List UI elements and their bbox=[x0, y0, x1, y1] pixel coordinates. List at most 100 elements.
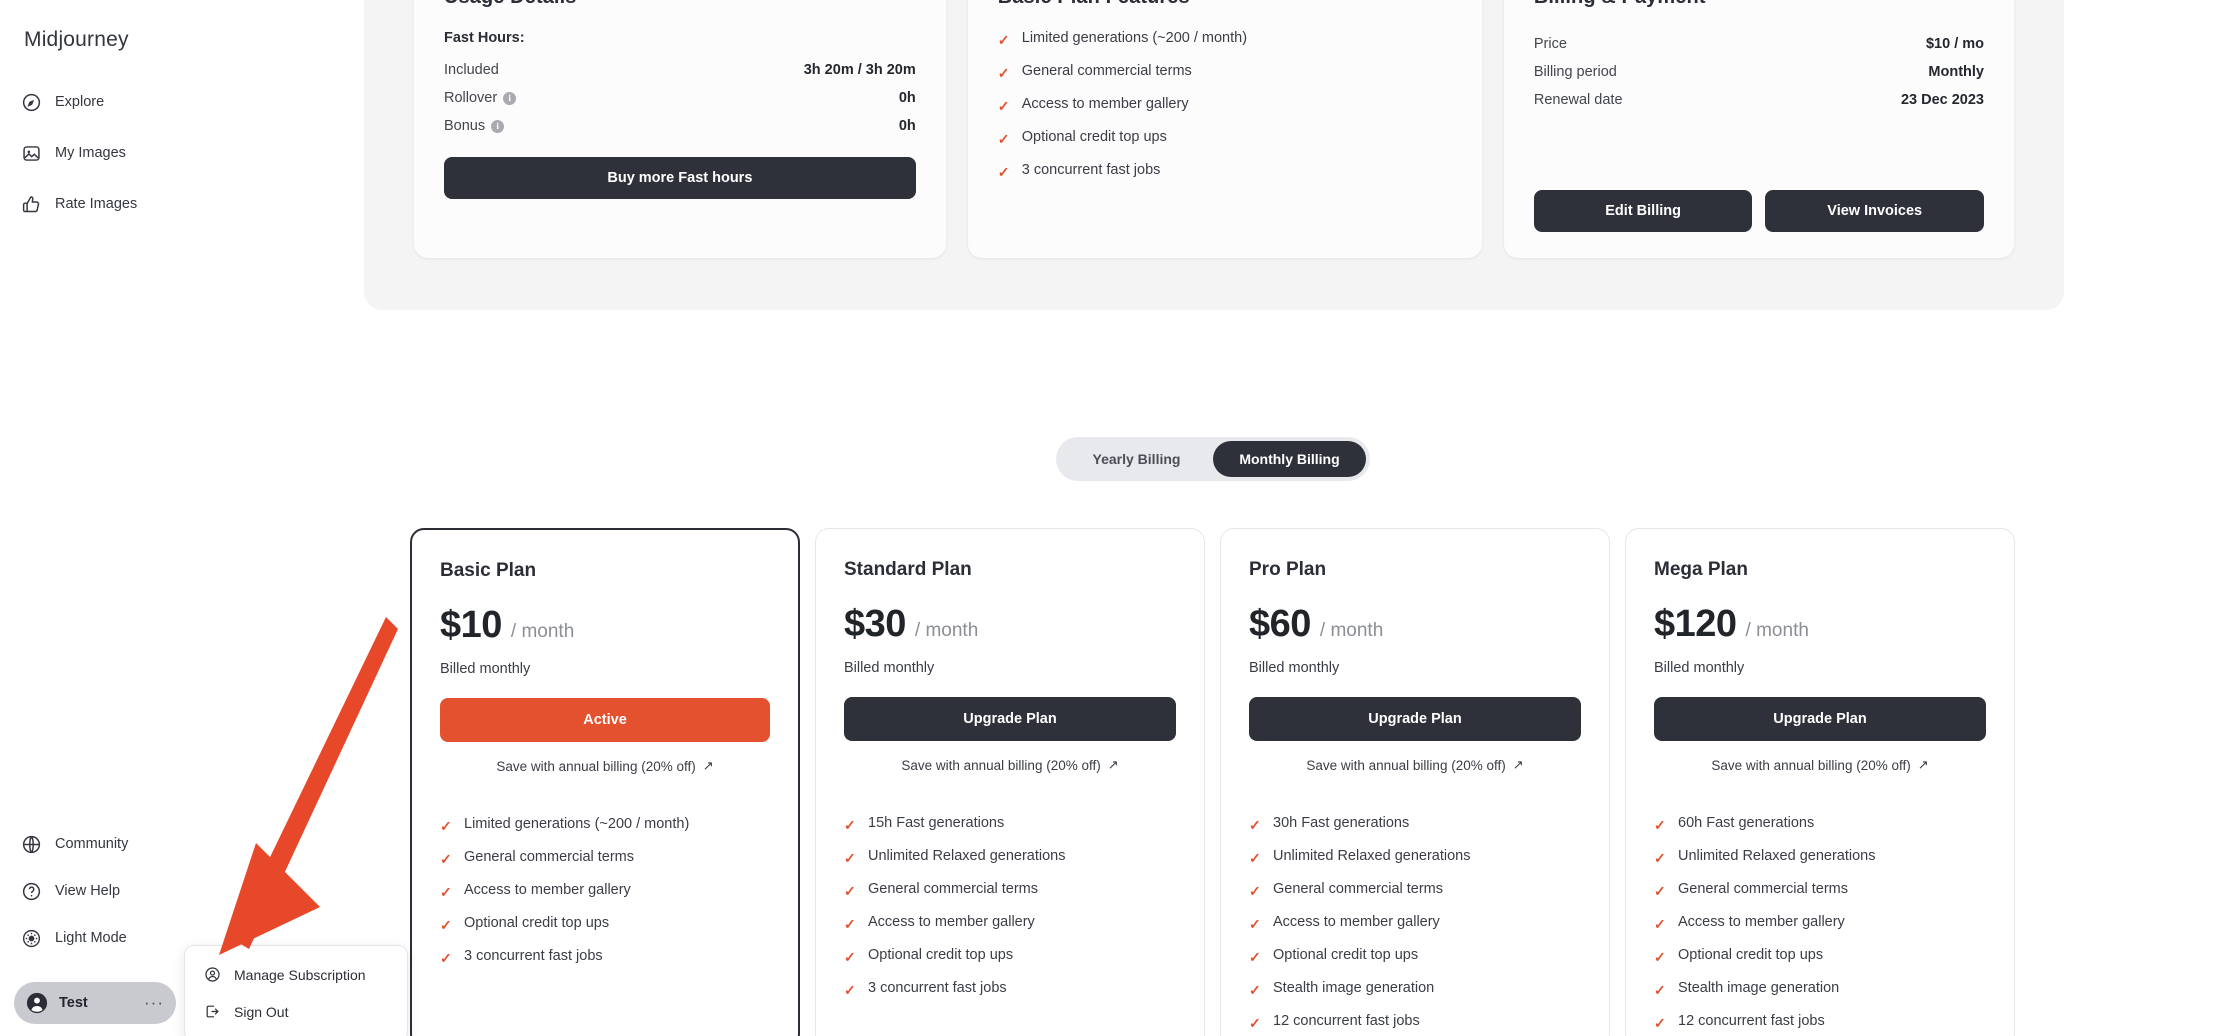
feature-item: ✓ Access to member gallery bbox=[1654, 914, 1986, 947]
check-icon: ✓ bbox=[440, 884, 452, 900]
feature-label: Stealth image generation bbox=[1678, 980, 1840, 996]
question-circle-icon bbox=[20, 880, 42, 902]
check-icon: ✓ bbox=[440, 818, 452, 834]
sidebar-item-explore[interactable]: Explore bbox=[20, 85, 190, 119]
billing-row-period-label: Billing period bbox=[1533, 64, 1617, 80]
annual-billing-link[interactable]: Save with annual billing (20% off) ↗ bbox=[1654, 757, 1986, 773]
annual-billing-link[interactable]: Save with annual billing (20% off) ↗ bbox=[440, 758, 770, 774]
menu-item-label: Manage Subscription bbox=[234, 966, 366, 983]
feature-label: Stealth image generation bbox=[1273, 980, 1435, 996]
edit-billing-button[interactable]: Edit Billing bbox=[1533, 190, 1753, 232]
plan-billed-note: Billed monthly bbox=[1654, 660, 1745, 676]
usage-details-title: Usage Details bbox=[444, 0, 916, 9]
check-icon: ✓ bbox=[1654, 982, 1666, 998]
feature-label: General commercial terms bbox=[464, 849, 635, 865]
check-icon: ✓ bbox=[1249, 1015, 1261, 1031]
info-icon[interactable]: i bbox=[491, 119, 505, 133]
annual-billing-link[interactable]: Save with annual billing (20% off) ↗ bbox=[844, 757, 1176, 773]
basic-plan-features-list: ✓ Limited generations (~200 / month) ✓ G… bbox=[998, 30, 1452, 195]
check-icon: ✓ bbox=[844, 850, 856, 866]
feature-label: General commercial terms bbox=[868, 881, 1039, 897]
user-account-chip[interactable]: Test ··· bbox=[14, 982, 176, 1024]
plan-price-period: / month bbox=[914, 620, 979, 641]
check-icon: ✓ bbox=[1249, 817, 1261, 833]
usage-row-bonus-label: Bonus i bbox=[444, 118, 505, 134]
feature-item: ✓ Optional credit top ups bbox=[844, 947, 1176, 980]
user-name-label: Test bbox=[59, 995, 88, 1011]
toggle-yearly-billing[interactable]: Yearly Billing bbox=[1060, 441, 1213, 477]
plan-card-standard[interactable]: Standard Plan $30 / month Billed monthly… bbox=[815, 528, 1205, 1036]
sidebar-item-label: My Images bbox=[55, 145, 126, 161]
info-icon[interactable]: i bbox=[503, 91, 517, 105]
feature-label: 3 concurrent fast jobs bbox=[868, 980, 1007, 996]
check-icon: ✓ bbox=[844, 883, 856, 899]
plan-cards-row: Basic Plan $10 / month Billed monthly Ac… bbox=[410, 528, 2020, 1036]
more-options-icon[interactable]: ··· bbox=[144, 994, 164, 1011]
sidebar-item-light-mode[interactable]: Light Mode bbox=[20, 921, 190, 955]
annual-billing-link[interactable]: Save with annual billing (20% off) ↗ bbox=[1249, 757, 1581, 773]
annual-billing-label: Save with annual billing (20% off) bbox=[496, 758, 696, 774]
feature-item: ✓ 3 concurrent fast jobs bbox=[440, 948, 770, 981]
usage-row-bonus-value: 0h bbox=[898, 118, 916, 134]
summary-cards-row: Usage Details Fast Hours: Included 3h 20… bbox=[414, 0, 2014, 258]
check-icon: ✓ bbox=[844, 949, 856, 965]
plan-price-amount: $30 bbox=[844, 603, 906, 645]
sidebar-item-rate-images[interactable]: Rate Images bbox=[20, 187, 190, 221]
sidebar-item-my-images[interactable]: My Images bbox=[20, 136, 190, 170]
fast-hours-label: Fast Hours: bbox=[444, 30, 525, 46]
plan-price-amount: $120 bbox=[1654, 603, 1737, 645]
feature-item: ✓ 12 concurrent fast jobs bbox=[1654, 1013, 1986, 1036]
check-icon: ✓ bbox=[1654, 949, 1666, 965]
thumbs-up-icon bbox=[20, 193, 42, 215]
plan-cta-button[interactable]: Upgrade Plan bbox=[844, 697, 1176, 741]
menu-item-label: Sign Out bbox=[234, 1003, 289, 1020]
view-invoices-button[interactable]: View Invoices bbox=[1765, 190, 1984, 232]
billing-payment-card: Billing & Payment Price $10 / mo Billing… bbox=[1503, 0, 2014, 258]
arrow-up-right-icon: ↗ bbox=[1917, 757, 1929, 772]
plan-card-pro[interactable]: Pro Plan $60 / month Billed monthly Upgr… bbox=[1220, 528, 1610, 1036]
billing-row-period: Billing period Monthly bbox=[1534, 58, 1984, 86]
feature-label: 12 concurrent fast jobs bbox=[1273, 1013, 1420, 1029]
plan-card-basic[interactable]: Basic Plan $10 / month Billed monthly Ac… bbox=[410, 528, 800, 1036]
buy-more-fast-hours-button[interactable]: Buy more Fast hours bbox=[444, 157, 916, 199]
toggle-monthly-billing[interactable]: Monthly Billing bbox=[1213, 441, 1366, 477]
sidebar-item-label: Rate Images bbox=[55, 196, 138, 212]
sidebar-item-label: Light Mode bbox=[55, 930, 127, 946]
plan-cta-button[interactable]: Upgrade Plan bbox=[1654, 697, 1986, 741]
billing-row-period-value: Monthly bbox=[1928, 64, 1984, 80]
check-icon: ✓ bbox=[440, 851, 452, 867]
check-icon: ✓ bbox=[997, 131, 1010, 147]
feature-label: Unlimited Relaxed generations bbox=[1678, 848, 1876, 864]
check-icon: ✓ bbox=[1249, 982, 1261, 998]
plan-price-period: / month bbox=[1745, 620, 1809, 641]
feature-item: ✓ Unlimited Relaxed generations bbox=[844, 848, 1176, 881]
sidebar-item-community[interactable]: Community bbox=[20, 827, 190, 861]
billing-period-toggle[interactable]: Yearly Billing Monthly Billing bbox=[1056, 437, 1370, 481]
feature-label: General commercial terms bbox=[1273, 881, 1444, 897]
arrow-up-right-icon: ↗ bbox=[702, 758, 714, 773]
billing-row-renewal-value: 23 Dec 2023 bbox=[1900, 92, 1984, 108]
menu-item-manage-subscription[interactable]: Manage Subscription bbox=[185, 956, 407, 993]
plan-card-mega[interactable]: Mega Plan $120 / month Billed monthly Up… bbox=[1625, 528, 2015, 1036]
arrow-up-right-icon: ↗ bbox=[1512, 757, 1524, 772]
annual-billing-label: Save with annual billing (20% off) bbox=[901, 757, 1101, 773]
check-icon: ✓ bbox=[844, 982, 856, 998]
billing-actions: Edit Billing View Invoices bbox=[1533, 190, 1984, 232]
plan-features-list: ✓ Limited generations (~200 / month) ✓ Gen… bbox=[440, 816, 770, 981]
feature-item: ✓ Access to member gallery bbox=[844, 914, 1176, 947]
arrow-up-right-icon: ↗ bbox=[1107, 757, 1119, 772]
sidebar-item-view-help[interactable]: View Help bbox=[20, 874, 190, 908]
feature-label: Access to member gallery bbox=[1678, 914, 1845, 930]
feature-label: Access to member gallery bbox=[1021, 96, 1189, 112]
plan-billed-note: Billed monthly bbox=[844, 660, 935, 676]
feature-item: ✓ Optional credit top ups bbox=[1654, 947, 1986, 980]
feature-item: ✓ 60h Fast generations bbox=[1654, 815, 1986, 848]
plan-cta-button[interactable]: Upgrade Plan bbox=[1249, 697, 1581, 741]
feature-item: ✓ General commercial terms bbox=[440, 849, 770, 882]
feature-label: Access to member gallery bbox=[868, 914, 1035, 930]
menu-item-sign-out[interactable]: Sign Out bbox=[185, 993, 407, 1030]
plan-cta-button[interactable]: Active bbox=[440, 698, 770, 742]
billing-row-renewal: Renewal date 23 Dec 2023 bbox=[1534, 86, 1984, 114]
feature-item: ✓ Limited generations (~200 / month) bbox=[440, 816, 770, 849]
plan-features-list: ✓ 60h Fast generations ✓ Unlimited Relaxed… bbox=[1654, 815, 1986, 1036]
